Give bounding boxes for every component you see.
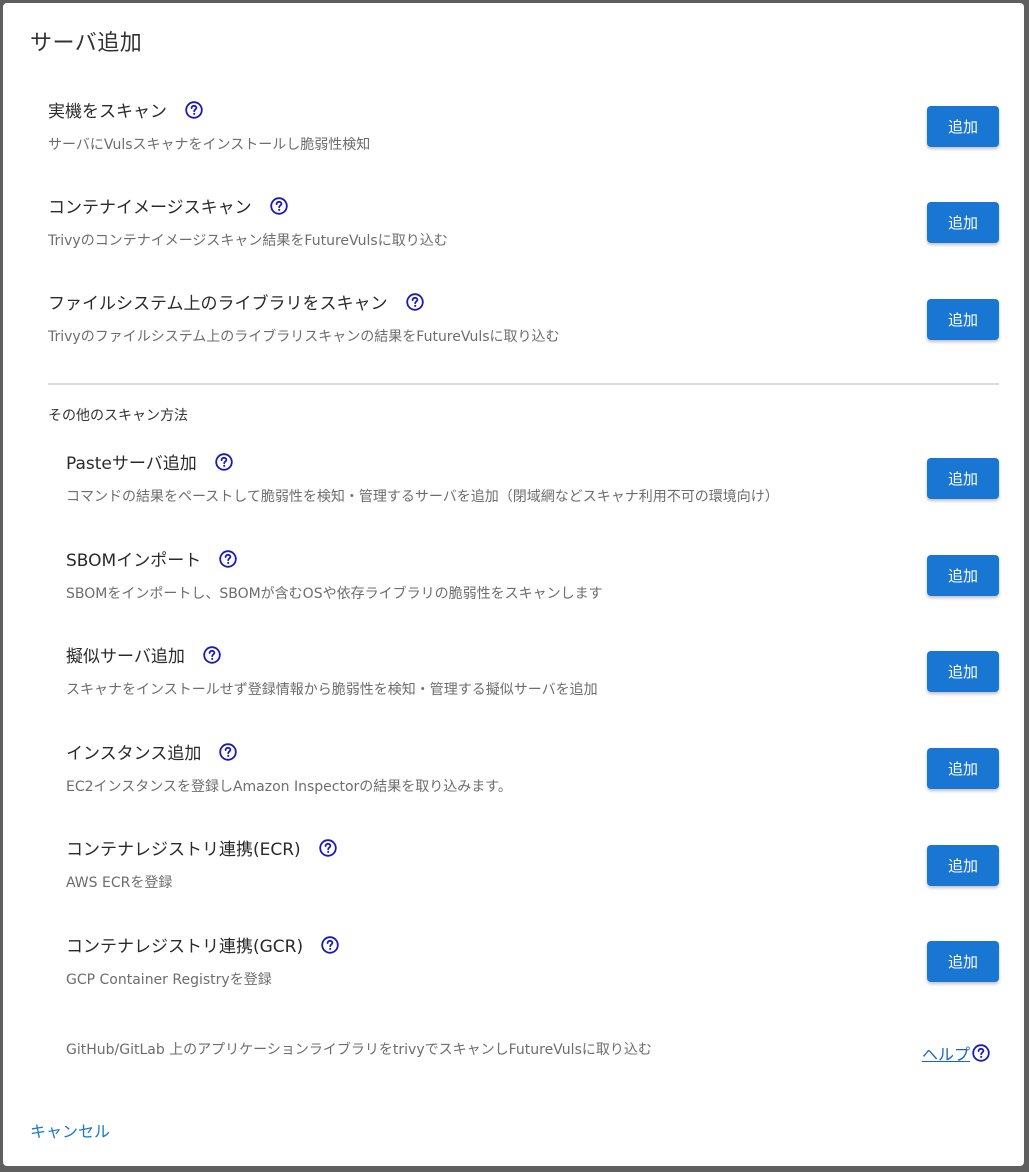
list-item-container-image-scan: コンテナイメージスキャン Trivyのコンテナイメージスキャン結果をFuture… <box>3 193 1024 273</box>
list-item-registry-gcr: コンテナレジストリ連携(GCR) GCP Container Registryを… <box>3 932 1024 1012</box>
item-description: EC2インスタンスを登録しAmazon Inspectorの結果を取り込みます。 <box>66 779 512 795</box>
item-description: サーバにVulsスキャナをインストールし脆弱性検知 <box>48 137 371 153</box>
help-icon[interactable] <box>321 935 339 954</box>
add-button[interactable]: 追加 <box>927 845 999 886</box>
list-item-filesystem-library-scan: ファイルシステム上のライブラリをスキャン Trivyのファイルシステム上のライブ… <box>3 289 1024 369</box>
item-title: コンテナレジストリ連携(GCR) <box>66 937 304 957</box>
add-button[interactable]: 追加 <box>927 299 999 340</box>
cancel-button[interactable]: キャンセル <box>30 1118 110 1142</box>
help-icon[interactable] <box>269 196 288 215</box>
item-title: 実機をスキャン <box>48 102 167 122</box>
item-description: AWS ECRを登録 <box>66 875 173 891</box>
add-button[interactable]: 追加 <box>927 748 999 789</box>
item-description: Trivyのコンテナイメージスキャン結果をFutureVulsに取り込む <box>48 233 448 249</box>
help-link-label[interactable]: ヘルプ <box>922 1041 970 1065</box>
item-description: スキャナをインストールせず登録情報から脆弱性を検知・管理する擬似サーバを追加 <box>66 682 598 698</box>
item-title: ファイルシステム上のライブラリをスキャン <box>48 294 388 314</box>
dialog-title: サーバ追加 <box>30 31 143 56</box>
add-button[interactable]: 追加 <box>927 458 999 499</box>
item-title: Pasteサーバ追加 <box>66 454 197 474</box>
list-item-paste-server: Pasteサーバ追加 コマンドの結果をペーストして脆弱性を検知・管理するサーバを… <box>3 449 1024 529</box>
item-title: コンテナレジストリ連携(ECR) <box>66 840 301 860</box>
add-button[interactable]: 追加 <box>927 941 999 982</box>
list-item-instance: インスタンス追加 EC2インスタンスを登録しAmazon Inspectorの結… <box>3 739 1024 819</box>
help-icon[interactable] <box>219 742 238 761</box>
item-title: インスタンス追加 <box>66 744 202 764</box>
item-title: SBOMインポート <box>66 551 202 571</box>
item-description: GCP Container Registryを登録 <box>66 972 272 988</box>
add-button[interactable]: 追加 <box>927 555 999 596</box>
add-button[interactable]: 追加 <box>927 106 999 147</box>
add-server-dialog: サーバ追加 実機をスキャン サーバにVulsスキャナをインストールし脆弱性検知 … <box>3 3 1024 1166</box>
section-divider <box>48 383 999 385</box>
item-title: コンテナイメージスキャン <box>48 198 252 218</box>
help-icon[interactable] <box>405 292 424 311</box>
help-icon[interactable] <box>318 838 337 857</box>
list-item-sbom-import: SBOMインポート SBOMをインポートし、SBOMが含むOSや依存ライブラリの… <box>3 546 1024 626</box>
list-item-registry-ecr: コンテナレジストリ連携(ECR) AWS ECRを登録 追加 <box>3 835 1024 915</box>
help-icon[interactable] <box>972 1044 990 1062</box>
github-gitlab-scan-text: GitHub/GitLab 上のアプリケーションライブラリをtrivyでスキャン… <box>66 1042 652 1058</box>
help-icon[interactable] <box>219 549 237 568</box>
add-button[interactable]: 追加 <box>927 202 999 243</box>
help-icon[interactable] <box>215 452 233 471</box>
item-title: 擬似サーバ追加 <box>66 647 185 667</box>
help-icon[interactable] <box>203 645 221 664</box>
item-description: コマンドの結果をペーストして脆弱性を検知・管理するサーバを追加（閉域網などスキャ… <box>66 489 779 505</box>
help-icon[interactable] <box>185 100 203 119</box>
help-link[interactable]: ヘルプ <box>922 1041 990 1065</box>
item-description: Trivyのファイルシステム上のライブラリスキャンの結果をFutureVulsに… <box>48 329 560 345</box>
list-item-pseudo-server: 擬似サーバ追加 スキャナをインストールせず登録情報から脆弱性を検知・管理する擬似… <box>3 642 1024 722</box>
item-description: SBOMをインポートし、SBOMが含むOSや依存ライブラリの脆弱性をスキャンしま… <box>66 586 603 602</box>
list-item-physical-scan: 実機をスキャン サーバにVulsスキャナをインストールし脆弱性検知 追加 <box>3 97 1024 177</box>
add-button[interactable]: 追加 <box>927 651 999 692</box>
other-methods-label: その他のスキャン方法 <box>48 408 188 424</box>
